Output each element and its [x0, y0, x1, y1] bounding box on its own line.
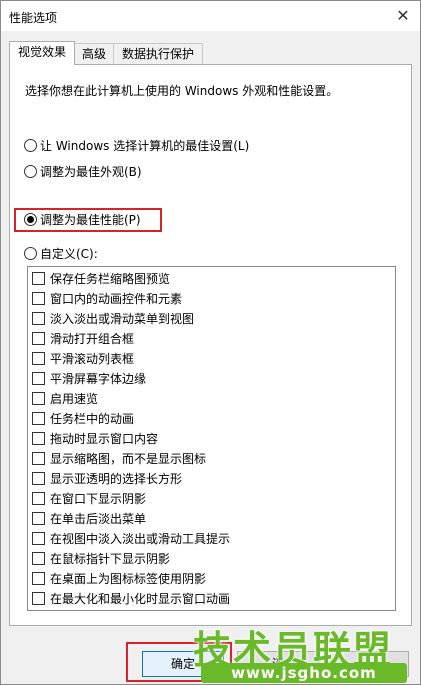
checkbox[interactable]: [32, 392, 45, 405]
checkbox[interactable]: [32, 512, 45, 525]
checkbox[interactable]: [32, 432, 45, 445]
list-item-label: 平滑屏幕字体边缘: [50, 372, 147, 386]
close-icon[interactable]: ✕: [390, 3, 416, 29]
list-item[interactable]: 在桌面上为图标标签使用阴影: [32, 569, 206, 589]
title-bar: 性能选项 ✕: [1, 1, 420, 31]
annotation-highlight-box: [14, 208, 162, 232]
watermark-logo: 技术员联盟 www.jsgho.com: [193, 619, 415, 685]
list-item-label: 在视图中淡入淡出或滑动工具提示: [50, 532, 231, 546]
checkbox[interactable]: [32, 472, 45, 485]
checkbox[interactable]: [32, 492, 45, 505]
checkbox[interactable]: [32, 272, 45, 285]
panel-description: 选择你想在此计算机上使用的 Windows 外观和性能设置。: [25, 84, 339, 98]
list-item[interactable]: 保存任务栏缩略图预览: [32, 269, 170, 289]
radio-label: 自定义(C):: [40, 247, 98, 261]
radio-button[interactable]: [24, 139, 37, 152]
list-item-label: 在窗口下显示阴影: [50, 492, 147, 506]
dialog-body: 视觉效果 高级 数据执行保护 选择你想在此计算机上使用的 Windows 外观和…: [1, 31, 420, 684]
checkbox[interactable]: [32, 572, 45, 585]
checkbox[interactable]: [32, 592, 45, 605]
checkbox[interactable]: [32, 332, 45, 345]
list-item-label: 淡入淡出或滑动菜单到视图: [50, 312, 195, 326]
radio-let-windows-choose[interactable]: 让 Windows 选择计算机的最佳设置(L): [24, 137, 249, 155]
checkbox[interactable]: [32, 352, 45, 365]
list-item-label: 在桌面上为图标标签使用阴影: [50, 572, 207, 586]
radio-best-appearance[interactable]: 调整为最佳外观(B): [24, 163, 142, 181]
radio-label: 调整为最佳外观(B): [40, 165, 142, 179]
list-item[interactable]: 显示亚透明的选择长方形: [32, 469, 182, 489]
list-item-label: 平滑滚动列表框: [50, 352, 135, 366]
list-item-label: 保存任务栏缩略图预览: [50, 272, 171, 286]
checkbox[interactable]: [32, 452, 45, 465]
list-item[interactable]: 显示缩略图，而不是显示图标: [32, 449, 206, 469]
list-item[interactable]: 窗口内的动画控件和元素: [32, 289, 182, 309]
list-item[interactable]: 在窗口下显示阴影: [32, 489, 146, 509]
list-item[interactable]: 在鼠标指针下显示阴影: [32, 549, 170, 569]
list-item-label: 滑动打开组合框: [50, 332, 135, 346]
list-item-label: 显示亚透明的选择长方形: [50, 472, 183, 486]
list-item[interactable]: 淡入淡出或滑动菜单到视图: [32, 309, 194, 329]
checkbox[interactable]: [32, 552, 45, 565]
list-item[interactable]: 启用速览: [32, 389, 98, 409]
list-item[interactable]: 任务栏中的动画: [32, 409, 134, 429]
checkbox[interactable]: [32, 412, 45, 425]
checkbox[interactable]: [32, 292, 45, 305]
checkbox[interactable]: [32, 532, 45, 545]
list-item-label: 任务栏中的动画: [50, 412, 135, 426]
tab-advanced[interactable]: 高级: [73, 43, 115, 64]
checkbox[interactable]: [32, 312, 45, 325]
window-title: 性能选项: [9, 11, 58, 25]
list-item[interactable]: 在最大化和最小化时显示窗口动画: [32, 589, 230, 609]
watermark-url: www.jsgho.com: [231, 664, 377, 682]
list-item-label: 在鼠标指针下显示阴影: [50, 552, 171, 566]
tab-visual-effects[interactable]: 视觉效果: [9, 41, 75, 65]
list-item[interactable]: 拖动时显示窗口内容: [32, 429, 158, 449]
radio-button[interactable]: [24, 165, 37, 178]
checkbox[interactable]: [32, 372, 45, 385]
list-item-label: 显示缩略图，而不是显示图标: [50, 452, 207, 466]
radio-custom[interactable]: 自定义(C):: [24, 245, 98, 263]
list-item[interactable]: 平滑屏幕字体边缘: [32, 369, 146, 389]
list-item-label: 在最大化和最小化时显示窗口动画: [50, 592, 231, 606]
visual-effects-checklist[interactable]: 保存任务栏缩略图预览 窗口内的动画控件和元素 淡入淡出或滑动菜单到视图 滑动打开…: [27, 266, 396, 611]
list-item[interactable]: 在视图中淡入淡出或滑动工具提示: [32, 529, 230, 549]
list-item-label: 拖动时显示窗口内容: [50, 432, 159, 446]
list-item[interactable]: 在单击后淡出菜单: [32, 509, 146, 529]
list-item-label: 窗口内的动画控件和元素: [50, 292, 183, 306]
visual-effects-panel: 选择你想在此计算机上使用的 Windows 外观和性能设置。 让 Windows…: [9, 64, 412, 626]
radio-button[interactable]: [24, 247, 37, 260]
radio-label: 让 Windows 选择计算机的最佳设置(L): [40, 139, 250, 153]
tab-data-execution-prevention[interactable]: 数据执行保护: [113, 43, 203, 64]
list-item-label: 启用速览: [50, 392, 99, 406]
list-item-label: 在单击后淡出菜单: [50, 512, 147, 526]
performance-options-dialog: 性能选项 ✕ 视觉效果 高级 数据执行保护 选择你想在此计算机上使用的 Wind…: [0, 0, 421, 685]
list-item[interactable]: 滑动打开组合框: [32, 329, 134, 349]
list-item[interactable]: 平滑滚动列表框: [32, 349, 134, 369]
